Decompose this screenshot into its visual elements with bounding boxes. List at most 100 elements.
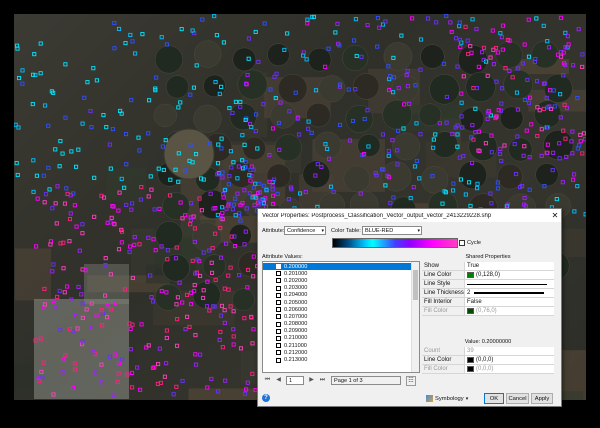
attribute-dropdown[interactable]: Confidence ▾ — [284, 226, 326, 235]
attribute-value-item[interactable]: 0.210000 — [263, 335, 411, 342]
pivot-field — [266, 163, 292, 189]
vector-point — [575, 184, 580, 189]
property-value-text: (0,0,0) — [476, 366, 494, 372]
vector-point — [176, 105, 181, 110]
property-value[interactable]: (0,76,0) — [465, 307, 554, 315]
property-row[interactable]: Count 39 — [422, 347, 554, 356]
terrain-patch — [14, 248, 52, 301]
vector-point — [399, 33, 404, 38]
value-properties-grid[interactable]: Count 39 Line Color (0,0,0) Fill Color (0,0,0… — [422, 347, 554, 374]
attribute-value-item[interactable]: 0.200000 — [263, 263, 411, 271]
prev-page-icon[interactable]: ◀ — [274, 376, 283, 385]
swatch-icon — [276, 285, 281, 291]
pivot-field — [203, 74, 226, 98]
property-row[interactable]: Line Style — [422, 280, 554, 289]
symbology-button[interactable]: Symbology ▾ — [426, 393, 468, 404]
vector-point — [526, 17, 531, 22]
property-row[interactable]: Fill Interior False — [422, 298, 554, 307]
page-input[interactable]: 1 — [286, 376, 304, 385]
vector-point — [74, 224, 79, 229]
property-value[interactable]: (0,128,0) — [465, 271, 554, 279]
list-view-icon[interactable]: ☷ — [406, 376, 416, 386]
dialog-titlebar[interactable]: Vector Properties: Postprocess_Classific… — [258, 209, 561, 222]
property-row[interactable]: Line Thickness 2 — [422, 289, 554, 298]
vector-point — [15, 172, 20, 178]
attribute-value-item[interactable]: 0.202000 — [263, 277, 411, 284]
attribute-values-list[interactable]: 0.200000 0.201000 0.202000 0.203000 0.204000… — [262, 261, 420, 373]
vector-point — [38, 71, 43, 76]
property-value[interactable]: 2 — [465, 289, 554, 297]
vector-point — [20, 68, 25, 73]
property-value[interactable]: (0,0,0) — [465, 356, 554, 364]
vector-point — [580, 64, 585, 69]
help-icon[interactable]: ? — [262, 394, 270, 402]
close-icon[interactable]: ✕ — [549, 210, 561, 222]
vector-point — [175, 343, 180, 348]
terrain-patch — [106, 168, 147, 202]
vector-point — [79, 292, 84, 297]
first-page-icon[interactable]: ⏮ — [263, 376, 272, 385]
vector-point — [578, 139, 583, 144]
vector-point — [35, 196, 40, 201]
last-page-icon[interactable]: ⏭ — [318, 376, 327, 385]
attribute-value-item[interactable]: 0.209000 — [263, 328, 411, 335]
attribute-value-item[interactable]: 0.213000 — [263, 356, 411, 363]
ok-button[interactable]: OK — [484, 393, 504, 404]
attribute-value-item[interactable]: 0.206000 — [263, 306, 411, 313]
vector-point — [43, 103, 48, 108]
cycle-checkbox[interactable] — [459, 240, 465, 246]
attribute-value-item[interactable]: 0.205000 — [263, 299, 411, 306]
property-value[interactable]: True — [465, 262, 554, 270]
vector-point — [194, 63, 199, 68]
attribute-value-item[interactable]: 0.207000 — [263, 313, 411, 320]
scrollbar-thumb[interactable] — [413, 270, 418, 300]
property-value-text: (0,128,0) — [476, 272, 501, 278]
vector-point — [94, 78, 99, 83]
vector-point — [498, 31, 503, 36]
attribute-value-item[interactable]: 0.204000 — [263, 292, 411, 299]
vector-point — [198, 273, 203, 278]
vector-point — [305, 17, 310, 22]
property-value[interactable]: False — [465, 298, 554, 306]
property-row[interactable]: Line Color (0,128,0) — [422, 271, 554, 280]
attribute-value-label: 0.204000 — [284, 292, 308, 299]
vector-point — [178, 100, 183, 105]
swatch-icon — [276, 300, 281, 306]
vector-point — [580, 52, 585, 57]
attribute-value-label: 0.213000 — [284, 357, 308, 364]
property-row[interactable]: Fill Color (0,0,0) — [422, 365, 554, 374]
attribute-value-item[interactable]: 0.208000 — [263, 321, 411, 328]
pivot-field — [535, 163, 559, 187]
attribute-value-item[interactable]: 0.211000 — [263, 342, 411, 349]
vector-point — [101, 113, 106, 118]
attribute-value-item[interactable]: 0.203000 — [263, 285, 411, 292]
property-row[interactable]: Line Color (0,0,0) — [422, 356, 554, 365]
property-value[interactable]: 39 — [465, 347, 554, 355]
vector-point — [41, 173, 46, 178]
apply-button[interactable]: Apply — [531, 393, 553, 404]
attribute-value-item[interactable]: 0.201000 — [263, 270, 411, 277]
vector-point — [223, 378, 228, 383]
chevron-down-icon: ▾ — [465, 395, 469, 402]
vector-point — [297, 132, 302, 137]
property-row[interactable]: Show True — [422, 262, 554, 271]
vector-point — [140, 32, 145, 37]
attribute-value-item[interactable]: 0.212000 — [263, 349, 411, 356]
vector-point — [63, 62, 68, 67]
vector-point — [459, 91, 464, 96]
vector-point — [88, 109, 93, 114]
shared-properties-grid[interactable]: Show True Line Color (0,128,0) Line Style Lin… — [422, 262, 554, 316]
vector-point — [285, 31, 290, 36]
page-input-value: 1 — [289, 378, 293, 384]
cancel-button[interactable]: Cancel — [506, 393, 529, 404]
vector-point — [116, 247, 122, 252]
property-value[interactable] — [465, 280, 554, 288]
next-page-icon[interactable]: ▶ — [307, 376, 316, 385]
pivot-field — [429, 74, 460, 105]
vector-point — [110, 127, 115, 132]
list-scrollbar[interactable] — [411, 262, 419, 372]
property-value[interactable]: (0,0,0) — [465, 365, 554, 373]
vector-point — [20, 81, 25, 86]
property-row[interactable]: Fill Color (0,76,0) — [422, 307, 554, 316]
color-table-dropdown[interactable]: BLUE-RED ▾ — [362, 226, 422, 235]
